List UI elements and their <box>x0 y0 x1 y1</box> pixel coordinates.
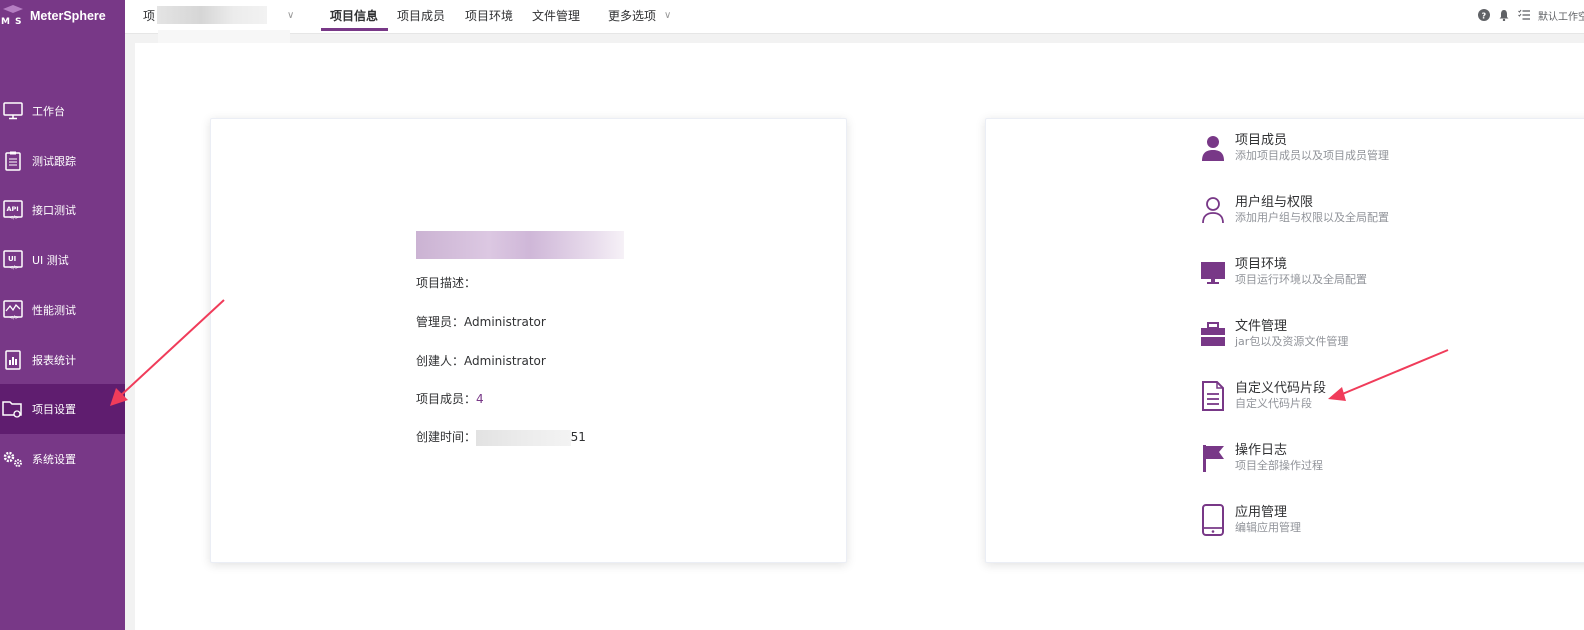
sidebar-item-test-track[interactable]: 测试跟踪 <box>0 142 125 180</box>
flag-icon <box>1199 443 1227 473</box>
sidebar-item-label: 报表统计 <box>32 354 76 367</box>
header-right-actions: ? 默认工作空 <box>1478 0 1584 30</box>
monitor-icon <box>2 100 24 122</box>
project-members-row: 项目成员：4 <box>416 390 484 407</box>
project-creator-label: 创建人： <box>416 354 465 368</box>
svg-text:UI: UI <box>8 255 16 263</box>
menu-item-title: 项目环境 <box>1235 257 1288 272</box>
tab-label: 更多选项 <box>608 8 657 23</box>
tab-file-management[interactable]: 文件管理 <box>532 0 580 30</box>
menu-item-title: 操作日志 <box>1235 443 1288 458</box>
performance-icon: </> <box>2 299 24 321</box>
monitor-icon <box>1199 257 1227 287</box>
chevron-down-icon: ∨ <box>287 9 295 21</box>
sidebar-item-label: UI 测试 <box>32 254 69 267</box>
task-list-icon[interactable] <box>1518 9 1530 21</box>
sidebar-item-label: 性能测试 <box>32 304 76 317</box>
metersphere-logo-icon: M S <box>1 5 23 27</box>
menu-item-title: 项目成员 <box>1235 133 1288 148</box>
ui-icon: UI </> <box>2 249 24 271</box>
project-admin-row: 管理员：Administrator <box>416 313 546 330</box>
tab-project-info[interactable]: 项目信息 <box>330 0 378 30</box>
workspace-selector[interactable]: 默认工作空 <box>1538 8 1584 23</box>
project-name-redacted <box>157 6 268 24</box>
tablet-icon <box>1199 504 1227 536</box>
sidebar-item-ui-test[interactable]: UI </> UI 测试 <box>0 241 125 279</box>
menu-item-title: 自定义代码片段 <box>1235 381 1327 396</box>
project-creator-row: 创建人：Administrator <box>416 352 546 369</box>
project-description-label: 项目描述： <box>416 276 477 290</box>
briefcase-icon <box>1199 319 1227 349</box>
app-logo[interactable]: M S MeterSphere <box>0 4 106 28</box>
menu-item-desc: 编辑应用管理 <box>1235 521 1301 534</box>
tab-project-env[interactable]: 项目环境 <box>465 0 513 30</box>
project-info-card: 项目描述： 管理员：Administrator 创建人：Administrato… <box>210 118 847 563</box>
menu-item-desc: 添加项目成员以及项目成员管理 <box>1235 149 1389 162</box>
sidebar-item-label: 接口测试 <box>32 204 76 217</box>
report-icon <box>2 349 24 371</box>
svg-text:M: M <box>1 17 10 27</box>
project-admin-value: Administrator <box>464 315 546 329</box>
folder-settings-icon <box>2 398 24 420</box>
menu-item-desc: 添加用户组与权限以及全局配置 <box>1235 211 1389 224</box>
menu-item-title: 用户组与权限 <box>1235 195 1314 210</box>
help-icon[interactable]: ? <box>1478 9 1490 21</box>
bell-icon[interactable] <box>1498 9 1510 21</box>
project-prefix: 项 <box>143 8 156 23</box>
project-selector[interactable]: 项 ∨ <box>143 0 294 30</box>
clipboard-icon <box>2 150 24 172</box>
project-title-redacted <box>416 231 624 259</box>
svg-text:S: S <box>15 17 21 27</box>
svg-text:?: ? <box>1482 12 1487 21</box>
sidebar-item-label: 测试跟踪 <box>32 155 76 168</box>
menu-item-desc: 项目运行环境以及全局配置 <box>1235 273 1367 286</box>
tab-project-members[interactable]: 项目成员 <box>397 0 445 30</box>
project-created-suffix: 51 <box>570 430 586 444</box>
active-tab-indicator <box>321 28 388 31</box>
menu-item-title: 文件管理 <box>1235 319 1288 334</box>
sidebar-item-label: 项目设置 <box>32 403 76 416</box>
project-members-count[interactable]: 4 <box>476 392 484 406</box>
svg-text:</>: </> <box>9 265 19 270</box>
gears-icon <box>2 448 24 470</box>
menu-item-title: 应用管理 <box>1235 505 1288 520</box>
project-created-row: 创建时间：251 <box>416 428 586 446</box>
user-filled-icon <box>1199 133 1227 163</box>
project-admin-label: 管理员： <box>416 315 465 329</box>
menu-item-desc: 项目全部操作过程 <box>1235 459 1323 472</box>
app-name: MeterSphere <box>30 9 106 23</box>
project-members-label: 项目成员： <box>416 392 477 406</box>
document-icon <box>1199 381 1227 411</box>
svg-text:API: API <box>7 205 19 213</box>
sidebar-item-api-test[interactable]: API </> 接口测试 <box>0 191 125 229</box>
sidebar-item-system-settings[interactable]: 系统设置 <box>0 440 125 478</box>
project-creator-value: Administrator <box>464 354 546 368</box>
svg-text:</>: </> <box>9 315 19 320</box>
api-icon: API </> <box>2 199 24 221</box>
chevron-down-icon: ∨ <box>664 9 672 21</box>
project-created-label: 创建时间： <box>416 430 477 444</box>
sidebar-item-label: 工作台 <box>32 105 65 118</box>
project-description-row: 项目描述： <box>416 274 476 291</box>
user-outline-icon <box>1199 195 1227 225</box>
sidebar-item-label: 系统设置 <box>32 453 76 466</box>
project-created-redacted <box>475 429 571 446</box>
svg-text:</>: </> <box>9 215 19 220</box>
project-settings-menu-card: 项目成员 添加项目成员以及项目成员管理 用户组与权限 添加用户组与权限以及全局配… <box>985 118 1584 563</box>
sidebar-item-workbench[interactable]: 工作台 <box>0 92 125 130</box>
annotation-arrow-code-snippet <box>1328 349 1449 401</box>
tab-more-options[interactable]: 更多选项 ∨ <box>608 0 671 30</box>
menu-item-desc: 自定义代码片段 <box>1235 397 1312 410</box>
annotation-arrow-sidebar <box>110 299 225 406</box>
